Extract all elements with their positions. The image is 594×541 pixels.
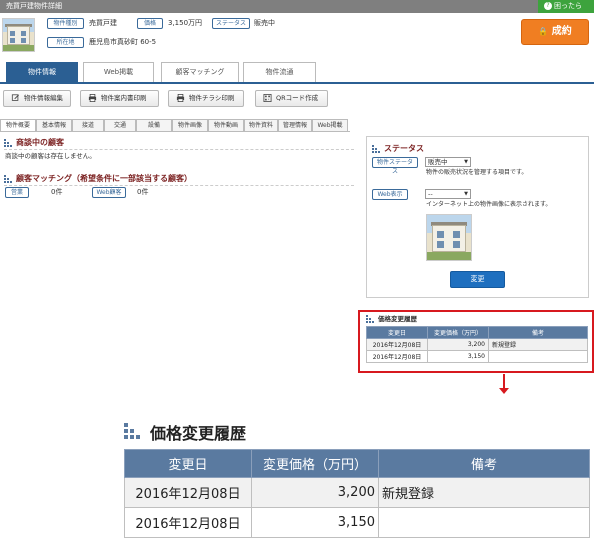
table-row: 2016年12月08日 3,200 新規登録 — [366, 338, 588, 351]
history-col-price: 変更価格（万円） — [427, 326, 489, 339]
print-flyer-label: 物件チラシ印刷 — [189, 94, 235, 102]
property-photo — [426, 214, 472, 261]
history-title-small: 価格変更履歴 — [378, 315, 417, 323]
status-label: ステータス — [212, 18, 250, 29]
dropdown-arrow-icon: ▼ — [464, 159, 468, 165]
status-heading: ステータス — [372, 144, 424, 154]
section-bars-icon — [372, 145, 380, 153]
seiyaku-label: 成約 — [551, 26, 572, 37]
sales-label: 営業 — [5, 187, 29, 198]
web-display-selected: -- — [428, 190, 433, 198]
history-heading-small: 価格変更履歴 — [366, 314, 417, 324]
web-display-help: インターネット上の物件画像に表示されます。 — [426, 201, 552, 208]
history-col-price: 変更価格（万円） — [251, 449, 379, 478]
section-bars-icon — [366, 315, 374, 323]
lock-icon: 🔒 — [538, 27, 549, 36]
sales-count[interactable]: 0件 — [51, 187, 62, 198]
negotiation-text: 商談中の顧客は存在しません。 — [5, 152, 96, 160]
history-col-note: 備考 — [378, 449, 590, 478]
property-status-help: 物件の販売状況を管理する項目です。 — [426, 169, 528, 176]
property-status-select[interactable]: 販売中 ▼ — [425, 157, 471, 167]
divider — [4, 185, 354, 186]
window-title: 売買戸建物件詳細 — [0, 0, 594, 13]
section-bars-icon — [4, 139, 12, 147]
history-table-small: 変更日 変更価格（万円） 備考 2016年12月08日 3,200 新規登録 2… — [366, 326, 588, 363]
history-header-row: 変更日 変更価格（万円） 備考 — [366, 326, 588, 339]
printer-icon — [176, 94, 185, 102]
property-thumbnail — [2, 18, 35, 52]
history-date: 2016年12月08日 — [366, 350, 428, 363]
edit-property-label: 物件情報編集 — [24, 94, 63, 102]
history-price: 3,150 — [251, 507, 379, 538]
printer-icon — [88, 94, 97, 102]
history-table-large: 変更日 変更価格（万円） 備考 2016年12月08日 3,200 新規登録 2… — [124, 449, 590, 538]
history-date: 2016年12月08日 — [124, 507, 252, 538]
divider — [4, 149, 354, 150]
tab-property-distribution[interactable]: 物件流通 — [243, 62, 316, 82]
history-col-date: 変更日 — [366, 326, 428, 339]
subtab-underline — [0, 131, 350, 132]
price-value: 3,150万円 — [168, 19, 203, 27]
question-icon: ? — [544, 2, 552, 10]
section-bars-icon — [124, 423, 142, 439]
history-note: 新規登録 — [488, 338, 588, 351]
negotiation-heading: 商談中の顧客 — [4, 138, 64, 148]
matching-title: 顧客マッチング（希望条件に一部該当する顧客） — [16, 174, 192, 183]
print-guide-label: 物件案内書印刷 — [101, 94, 147, 102]
address-value: 鹿児島市真砂町 60-5 — [89, 38, 157, 46]
qr-code-icon — [263, 94, 272, 102]
tab-underline — [0, 82, 594, 84]
property-status-label: 物件ステータス — [372, 157, 418, 175]
status-title: ステータス — [384, 144, 424, 153]
tab-property-info[interactable]: 物件情報 — [6, 62, 78, 82]
help-label: 困ったら — [554, 2, 582, 10]
history-date: 2016年12月08日 — [124, 477, 252, 508]
history-note — [488, 350, 588, 363]
seiyaku-button[interactable]: 🔒 成約 — [521, 19, 589, 45]
status-value: 販売中 — [254, 19, 275, 27]
history-col-note: 備考 — [488, 326, 588, 339]
print-flyer-button[interactable]: 物件チラシ印刷 — [168, 90, 244, 107]
web-customer-count[interactable]: 0件 — [137, 187, 148, 198]
history-price: 3,200 — [427, 338, 489, 351]
history-header-row: 変更日 変更価格（万円） 備考 — [124, 449, 590, 478]
print-guide-button[interactable]: 物件案内書印刷 — [80, 90, 159, 107]
web-display-select[interactable]: -- ▼ — [425, 189, 471, 199]
help-button[interactable]: ? 困ったら — [538, 0, 594, 13]
change-button[interactable]: 変更 — [450, 271, 505, 288]
history-title-large: 価格変更履歴 — [150, 424, 247, 443]
address-label: 所在地 — [47, 37, 84, 48]
dropdown-arrow-icon: ▼ — [464, 191, 468, 197]
history-note: 新規登録 — [378, 477, 590, 508]
property-status-selected: 販売中 — [428, 158, 448, 166]
tab-customer-matching[interactable]: 顧客マッチング — [161, 62, 239, 82]
history-price: 3,150 — [427, 350, 489, 363]
web-display-label: Web表示 — [372, 189, 408, 200]
table-row: 2016年12月08日 3,150 — [124, 507, 590, 538]
price-label: 価格 — [137, 18, 163, 29]
property-type-value: 売買戸建 — [89, 19, 117, 27]
history-price: 3,200 — [251, 477, 379, 508]
table-row: 2016年12月08日 3,150 — [366, 350, 588, 363]
web-customer-label: Web顧客 — [92, 187, 126, 198]
tab-web-listing[interactable]: Web掲載 — [83, 62, 154, 82]
qr-code-label: QRコード作成 — [276, 94, 319, 102]
edit-property-button[interactable]: 物件情報編集 — [3, 90, 71, 107]
history-note — [378, 507, 590, 538]
negotiation-title: 商談中の顧客 — [16, 138, 64, 147]
matching-heading: 顧客マッチング（希望条件に一部該当する顧客） — [4, 174, 192, 184]
property-type-label: 物件種別 — [47, 18, 84, 29]
edit-icon — [11, 94, 20, 101]
history-col-date: 変更日 — [124, 449, 252, 478]
section-bars-icon — [4, 175, 12, 183]
callout-arrow-icon — [499, 388, 509, 394]
history-date: 2016年12月08日 — [366, 338, 428, 351]
qr-code-button[interactable]: QRコード作成 — [255, 90, 328, 107]
table-row: 2016年12月08日 3,200 新規登録 — [124, 477, 590, 508]
